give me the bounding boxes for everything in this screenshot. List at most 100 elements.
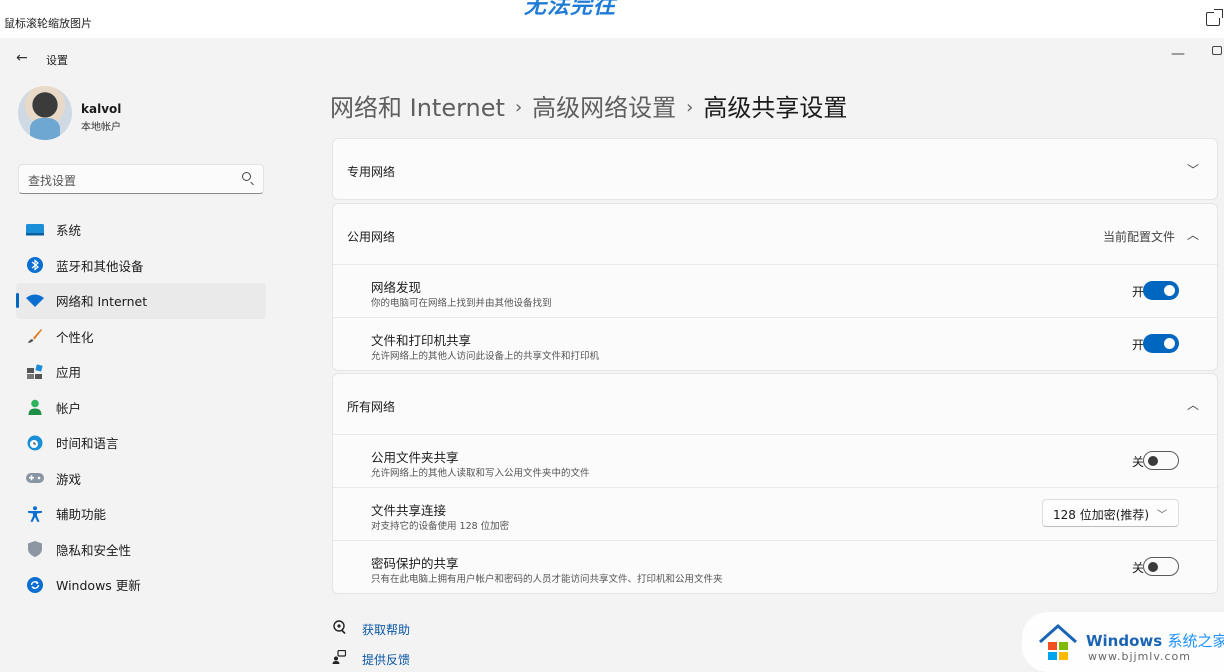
setting-title: 网络发现 (371, 280, 422, 295)
private-network-section: 专用网络 ﹀ (332, 138, 1218, 200)
sidebar-item-label: 应用 (56, 365, 82, 381)
public-network-section: 公用网络 当前配置文件 ︿ 网络发现 你的电脑可在网络上找到并由其他设备找到 开… (332, 203, 1218, 371)
feedback-icon (330, 649, 348, 668)
house-logo-icon (1038, 622, 1078, 662)
dropdown-value: 128 位加密(推荐) (1053, 508, 1150, 522)
popout-icon[interactable] (1206, 9, 1223, 26)
section-title: 公用网络 (347, 230, 396, 244)
file-printer-sharing-row: 文件和打印机共享 允许网络上的其他人访问此设备上的共享文件和打印机 开 (333, 317, 1217, 370)
setting-title: 文件共享连接 (371, 503, 447, 518)
bluetooth-icon (26, 256, 44, 274)
sidebar-item-personalization[interactable]: 个性化 (16, 319, 266, 355)
avatar (18, 86, 72, 140)
sidebar-item-label: 个性化 (56, 329, 94, 345)
breadcrumb-network[interactable]: 网络和 Internet (330, 94, 505, 122)
chevron-down-icon: ﹀ (1186, 163, 1199, 177)
sidebar-item-label: 游戏 (56, 471, 82, 487)
wifi-icon (26, 292, 44, 310)
chevron-up-icon: ︿ (1186, 228, 1199, 242)
password-protected-sharing-row: 密码保护的共享 只有在此电脑上拥有用户帐户和密码的人员才能访问共享文件、打印机和… (333, 540, 1217, 593)
encryption-dropdown[interactable]: 128 位加密(推荐) ﹀ (1042, 499, 1179, 527)
sidebar-item-label: 蓝牙和其他设备 (56, 258, 144, 274)
sidebar-item-label: 系统 (56, 223, 82, 239)
sidebar-item-apps[interactable]: 应用 (16, 354, 266, 390)
private-network-header[interactable]: 专用网络 ﹀ (333, 139, 1217, 199)
app-title: 设置 (46, 54, 68, 67)
public-network-header[interactable]: 公用网络 当前配置文件 ︿ (333, 204, 1217, 264)
viewer-overlay-text: 无法完往 (524, 0, 617, 19)
sidebar-item-windows-update[interactable]: Windows 更新 (16, 567, 266, 603)
sidebar-item-network[interactable]: 网络和 Internet (16, 283, 266, 319)
shield-icon (26, 540, 44, 558)
system-icon (26, 221, 44, 239)
brush-icon (26, 327, 44, 345)
apps-icon (26, 363, 44, 381)
accessibility-icon (26, 505, 44, 523)
file-sharing-connections-row: 文件共享连接 对支持它的设备使用 128 位加密 128 位加密(推荐) ﹀ (333, 487, 1217, 540)
network-discovery-toggle[interactable] (1143, 281, 1179, 300)
sidebar-item-label: 时间和语言 (56, 436, 119, 452)
account-icon (26, 398, 44, 416)
profile-account-type: 本地帐户 (81, 122, 121, 133)
maximize-button[interactable] (1212, 46, 1222, 55)
setting-description: 允许网络上的其他人访问此设备上的共享文件和打印机 (371, 351, 600, 362)
breadcrumb-separator: › (514, 97, 523, 118)
breadcrumb-separator: › (686, 97, 694, 118)
update-icon (26, 576, 44, 594)
sidebar-item-accounts[interactable]: 帐户 (16, 390, 266, 426)
back-arrow-icon[interactable]: ← (16, 50, 28, 66)
watermark-url: www.bjjmlv.com (1088, 650, 1191, 663)
watermark-brand-name: Windows (1086, 632, 1163, 650)
sidebar-item-label: 帐户 (56, 400, 82, 416)
sidebar-item-time-language[interactable]: 时间和语言 (16, 425, 266, 461)
all-networks-header[interactable]: 所有网络 ︿ (333, 374, 1217, 434)
profile-name: kalvol (81, 102, 122, 116)
globe-clock-icon (26, 434, 44, 452)
settings-titlebar: ← 设置 — (0, 38, 1224, 78)
help-icon (330, 620, 348, 638)
feedback-link[interactable]: 提供反馈 (330, 644, 410, 672)
get-help-link[interactable]: 获取帮助 (330, 614, 410, 644)
chevron-up-icon: ︿ (1186, 398, 1199, 412)
password-protected-sharing-toggle[interactable] (1143, 557, 1179, 576)
setting-description: 你的电脑可在网络上找到并由其他设备找到 (371, 298, 552, 309)
sidebar-item-label: 网络和 Internet (56, 294, 148, 310)
page-title: 高级共享设置 (703, 94, 848, 122)
sidebar-item-system[interactable]: 系统 (16, 212, 266, 248)
search-input[interactable]: 查找设置 (18, 164, 264, 194)
section-title: 专用网络 (347, 165, 396, 179)
sidebar-item-label: Windows 更新 (56, 578, 141, 594)
breadcrumb-advanced-network[interactable]: 高级网络设置 (532, 94, 676, 122)
gamepad-icon (26, 469, 44, 487)
current-profile-label: 当前配置文件 (1102, 230, 1175, 244)
public-folder-sharing-toggle[interactable] (1143, 451, 1179, 470)
sidebar-item-privacy[interactable]: 隐私和安全性 (16, 532, 266, 568)
minimize-button[interactable]: — (1171, 46, 1185, 62)
sidebar-item-label: 辅助功能 (56, 507, 107, 523)
sidebar-item-gaming[interactable]: 游戏 (16, 461, 266, 497)
watermark: Windows 系统之家 www.bjjmlv.com (1022, 612, 1224, 672)
image-viewer-bar: 鼠标滚轮缩放图片 无法完往 (0, 0, 1224, 38)
user-profile[interactable]: kalvol 本地帐户 (18, 86, 268, 146)
viewer-title: 鼠标滚轮缩放图片 (4, 17, 92, 30)
setting-description: 对支持它的设备使用 128 位加密 (371, 521, 510, 532)
feedback-label: 提供反馈 (362, 652, 411, 667)
all-networks-section: 所有网络 ︿ 公用文件夹共享 允许网络上的其他人读取和写入公用文件夹中的文件 关… (332, 373, 1218, 594)
search-placeholder: 查找设置 (28, 174, 77, 188)
breadcrumb: 网络和 Internet › 高级网络设置 › 高级共享设置 (330, 88, 847, 123)
setting-description: 允许网络上的其他人读取和写入公用文件夹中的文件 (371, 468, 590, 479)
setting-description: 只有在此电脑上拥有用户帐户和密码的人员才能访问共享文件、打印机和公用文件夹 (371, 574, 723, 585)
get-help-label: 获取帮助 (362, 622, 411, 637)
sidebar-item-accessibility[interactable]: 辅助功能 (16, 496, 266, 532)
network-discovery-row: 网络发现 你的电脑可在网络上找到并由其他设备找到 开 (333, 264, 1217, 317)
public-folder-sharing-row: 公用文件夹共享 允许网络上的其他人读取和写入公用文件夹中的文件 关 (333, 434, 1217, 487)
file-printer-sharing-toggle[interactable] (1143, 334, 1179, 353)
watermark-brand-suffix: 系统之家 (1167, 632, 1224, 650)
sidebar-item-bluetooth[interactable]: 蓝牙和其他设备 (16, 248, 266, 284)
setting-title: 密码保护的共享 (371, 556, 459, 571)
sidebar-item-label: 隐私和安全性 (56, 542, 132, 558)
section-title: 所有网络 (347, 400, 396, 414)
watermark-brand: Windows 系统之家 (1086, 630, 1224, 651)
help-links: 获取帮助 提供反馈 (330, 614, 410, 672)
setting-title: 文件和打印机共享 (371, 333, 472, 348)
